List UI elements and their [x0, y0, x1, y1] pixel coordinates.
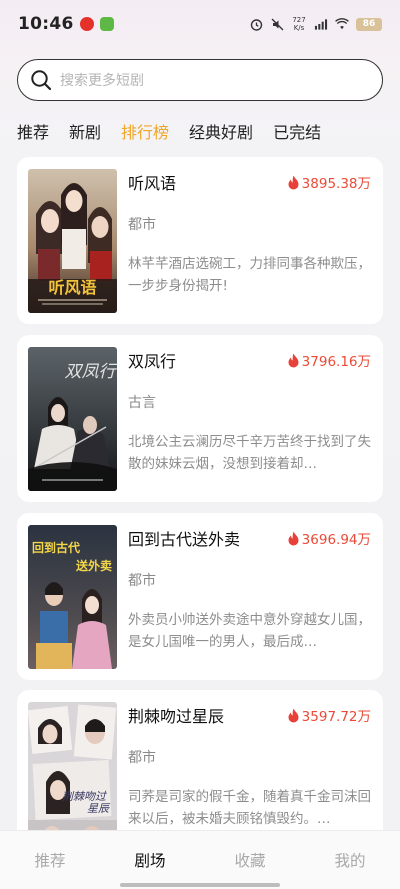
drama-description: 北境公主云澜历尽千辛万苦终于找到了失散的妹妹云烟，没想到接着却…	[128, 434, 371, 472]
search-placeholder: 搜索更多短剧	[60, 73, 144, 89]
mute-icon	[270, 17, 284, 31]
drama-title: 听风语	[128, 174, 177, 193]
network-speed: 727 K/s	[292, 16, 306, 32]
nav-favorites[interactable]: 收藏	[210, 849, 290, 871]
battery-indicator: 86	[356, 17, 382, 31]
nav-recommend[interactable]: 推荐	[10, 849, 90, 871]
drama-card[interactable]: 回到古代 送外卖 回到古代送外卖 3696.94万 都市 外卖员小帅送外卖途中意…	[17, 513, 383, 680]
heat-value: 3895.38万	[301, 176, 371, 192]
drama-poster[interactable]: 听风语	[28, 169, 117, 313]
heat-value: 3696.94万	[301, 532, 371, 548]
drama-genre: 古言	[128, 395, 156, 411]
svg-text:听风语: 听风语	[48, 278, 96, 297]
alarm-icon	[249, 17, 263, 31]
notification-app-icon-2	[99, 17, 114, 31]
svg-text:送外卖: 送外卖	[75, 558, 112, 573]
drama-description: 林芊芊酒店选碗工，力排同事各种欺压，一步步身份揭开!	[128, 256, 371, 294]
heat-count: 3796.16万	[287, 350, 371, 370]
tab-new[interactable]: 新剧	[69, 119, 101, 143]
drama-title: 回到古代送外卖	[128, 530, 241, 549]
drama-poster[interactable]: 回到古代 送外卖	[28, 525, 117, 669]
category-tabs: 推荐 新剧 排行榜 经典好剧 已完结	[17, 118, 341, 144]
search-input[interactable]: 搜索更多短剧	[17, 59, 383, 101]
notification-app-icon	[79, 17, 94, 31]
status-bar: 10:46 727 K/s 86	[0, 0, 400, 48]
flame-icon	[288, 175, 299, 189]
drama-description: 司荞是司家的假千金，随着真千金司沫回来以后，被未婚夫顾铭慎毁约。…	[128, 789, 371, 827]
heat-value: 3796.16万	[301, 354, 371, 370]
nav-profile[interactable]: 我的	[310, 849, 390, 871]
drama-genre: 都市	[128, 573, 156, 589]
heat-count: 3597.72万	[287, 705, 371, 725]
bottom-nav: 推荐 剧场 收藏 我的	[0, 830, 400, 889]
drama-genre: 都市	[128, 217, 156, 233]
wifi-icon	[335, 17, 349, 31]
flame-icon	[288, 708, 299, 722]
status-time: 10:46	[18, 14, 74, 34]
tab-ranking[interactable]: 排行榜	[121, 119, 169, 143]
svg-text:双凤行: 双凤行	[65, 362, 118, 382]
flame-icon	[288, 353, 299, 367]
svg-text:星辰: 星辰	[87, 802, 111, 815]
drama-poster[interactable]: 荆棘吻过 星辰	[28, 702, 117, 846]
heat-count: 3895.38万	[287, 172, 371, 192]
tab-recommend[interactable]: 推荐	[17, 119, 49, 143]
drama-card[interactable]: 双凤行 双凤行 3796.16万 古言 北境公主云澜历尽千辛万苦终于找到了失散的…	[17, 335, 383, 502]
flame-icon	[288, 531, 299, 545]
heat-value: 3597.72万	[301, 709, 371, 725]
search-icon	[31, 70, 52, 91]
tab-completed[interactable]: 已完结	[273, 119, 321, 143]
status-right: 727 K/s 86	[249, 16, 382, 32]
signal-icon	[314, 17, 328, 31]
drama-card[interactable]: 听风语 听风语 3895.38万 都市 林芊芊酒店选碗工，力排同事各种欺压，一步…	[17, 157, 383, 324]
svg-text:回到古代: 回到古代	[32, 540, 80, 555]
drama-poster[interactable]: 双凤行	[28, 347, 117, 491]
status-left: 10:46	[18, 14, 114, 34]
drama-genre: 都市	[128, 750, 156, 766]
home-indicator[interactable]	[120, 883, 280, 887]
drama-title: 双凤行	[128, 352, 177, 371]
drama-description: 外卖员小帅送外卖途中意外穿越女儿国，是女儿国唯一的男人，最后成…	[128, 612, 371, 650]
drama-title: 荆棘吻过星辰	[128, 707, 225, 726]
tab-classic[interactable]: 经典好剧	[189, 119, 253, 143]
nav-theater[interactable]: 剧场	[110, 849, 190, 871]
heat-count: 3696.94万	[287, 528, 371, 548]
